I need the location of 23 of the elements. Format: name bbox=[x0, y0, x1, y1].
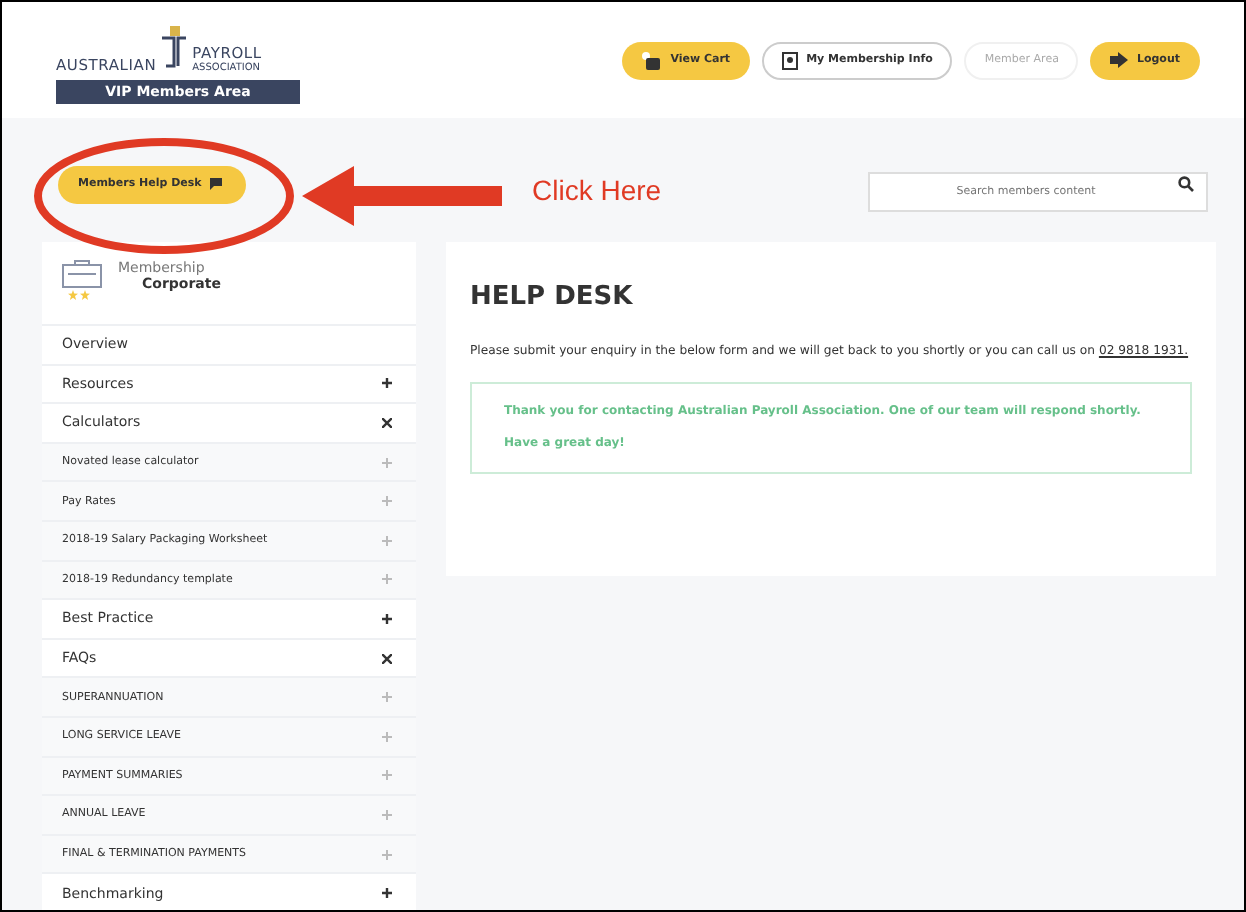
briefcase-icon bbox=[62, 260, 102, 300]
logout-icon bbox=[1110, 52, 1129, 68]
logo-mark-icon bbox=[160, 25, 189, 73]
id-card-icon bbox=[782, 51, 799, 69]
page-title: HELP DESK bbox=[470, 282, 635, 312]
plus-icon bbox=[382, 692, 392, 703]
plus-icon bbox=[382, 770, 392, 781]
plus-icon bbox=[382, 457, 392, 468]
plus-icon bbox=[382, 496, 392, 507]
plus-icon bbox=[382, 613, 392, 624]
plus-icon bbox=[382, 378, 392, 389]
plus-icon bbox=[382, 535, 392, 546]
plus-icon bbox=[382, 888, 392, 899]
callout-text: Click Here bbox=[532, 174, 662, 206]
plus-icon bbox=[382, 849, 392, 860]
cart-icon bbox=[642, 51, 663, 69]
search-icon bbox=[1178, 176, 1194, 192]
close-icon bbox=[382, 417, 392, 428]
plus-icon bbox=[382, 731, 392, 742]
chat-icon bbox=[209, 178, 226, 190]
close-icon bbox=[382, 653, 392, 664]
plus-icon bbox=[382, 809, 392, 820]
plus-icon bbox=[382, 574, 392, 585]
